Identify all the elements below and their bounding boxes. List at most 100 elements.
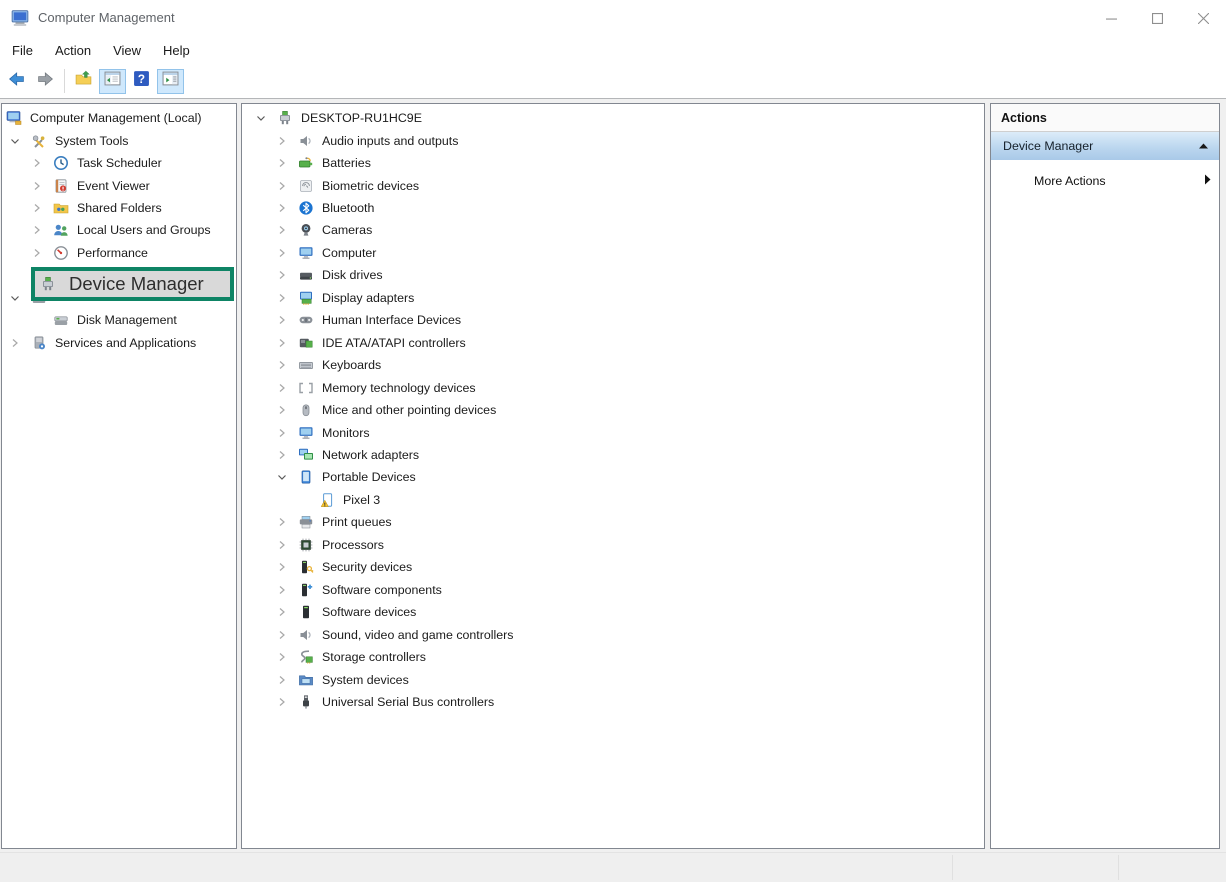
tree-item-pixel-3[interactable]: Pixel 3: [242, 489, 984, 511]
tree-item-human-interface-devices[interactable]: Human Interface Devices: [242, 309, 984, 331]
tree-item-label: System devices: [320, 672, 411, 688]
toggle-console-tree-button[interactable]: [99, 69, 126, 94]
menu-bar: File Action View Help: [0, 36, 1226, 64]
expander-collapsed-icon[interactable]: [10, 338, 31, 348]
menu-file[interactable]: File: [12, 40, 43, 61]
expander-collapsed-icon[interactable]: [277, 293, 298, 303]
tree-item-memory-technology-devices[interactable]: Memory technology devices: [242, 376, 984, 398]
tree-item-batteries[interactable]: Batteries: [242, 152, 984, 174]
help-button[interactable]: ?: [128, 69, 155, 94]
biometric-icon: [298, 178, 314, 194]
expander-collapsed-icon[interactable]: [277, 248, 298, 258]
expander-collapsed-icon[interactable]: [277, 540, 298, 550]
expander-collapsed-icon[interactable]: [277, 517, 298, 527]
minimize-button[interactable]: [1088, 0, 1134, 36]
toggle-action-pane-button[interactable]: [157, 69, 184, 94]
tree-item-network-adapters[interactable]: Network adapters: [242, 444, 984, 466]
more-actions-item[interactable]: More Actions: [991, 168, 1219, 194]
expander-collapsed-icon[interactable]: [277, 225, 298, 235]
expander-collapsed-icon[interactable]: [277, 562, 298, 572]
tree-item-label: Universal Serial Bus controllers: [320, 694, 496, 710]
tree-item-biometric-devices[interactable]: Biometric devices: [242, 174, 984, 196]
expander-collapsed-icon[interactable]: [277, 315, 298, 325]
tree-item-task-scheduler[interactable]: Task Scheduler: [2, 152, 236, 174]
expander-collapsed-icon[interactable]: [277, 203, 298, 213]
tree-item-computer-management-local[interactable]: Computer Management (Local): [2, 107, 236, 129]
expander-collapsed-icon[interactable]: [277, 383, 298, 393]
tree-item-processors[interactable]: Processors: [242, 534, 984, 556]
forward-button[interactable]: [32, 69, 59, 94]
tree-item-print-queues[interactable]: Print queues: [242, 511, 984, 533]
tree-item-software-components[interactable]: Software components: [242, 579, 984, 601]
security-icon: [298, 559, 314, 575]
expander-collapsed-icon[interactable]: [277, 450, 298, 460]
tree-item-software-devices[interactable]: Software devices: [242, 601, 984, 623]
maximize-button[interactable]: [1134, 0, 1180, 36]
tree-item-disk-drives[interactable]: Disk drives: [242, 264, 984, 286]
expander-collapsed-icon[interactable]: [277, 675, 298, 685]
tree-item-universal-serial-bus-controllers[interactable]: Universal Serial Bus controllers: [242, 691, 984, 713]
tree-item-computer[interactable]: Computer: [242, 242, 984, 264]
expander-expanded-icon[interactable]: [256, 113, 277, 123]
users-icon: [53, 222, 69, 238]
actions-group-device-manager[interactable]: Device Manager: [991, 132, 1219, 160]
expander-collapsed-icon[interactable]: [277, 405, 298, 415]
tree-item-storage-controllers[interactable]: Storage controllers: [242, 646, 984, 668]
tree-item-services-and-applications[interactable]: Services and Applications: [2, 332, 236, 354]
tree-item-disk-management[interactable]: Disk Management: [2, 309, 236, 331]
expander-expanded-icon[interactable]: [10, 293, 31, 303]
processors-icon: [298, 537, 314, 553]
tree-item-label: Software devices: [320, 604, 418, 620]
expander-collapsed-icon[interactable]: [277, 697, 298, 707]
expander-collapsed-icon[interactable]: [32, 203, 53, 213]
tree-item-monitors[interactable]: Monitors: [242, 421, 984, 443]
device-manager-icon: [277, 110, 293, 126]
expander-collapsed-icon[interactable]: [277, 360, 298, 370]
tree-item-cameras[interactable]: Cameras: [242, 219, 984, 241]
expander-collapsed-icon[interactable]: [277, 181, 298, 191]
menu-view[interactable]: View: [113, 40, 151, 61]
system-devices-icon: [298, 672, 314, 688]
expander-collapsed-icon[interactable]: [277, 652, 298, 662]
tree-item-bluetooth[interactable]: Bluetooth: [242, 197, 984, 219]
expander-collapsed-icon[interactable]: [32, 248, 53, 258]
collapse-chevron-up-icon[interactable]: [1198, 139, 1209, 153]
tree-item-event-viewer[interactable]: Event Viewer: [2, 174, 236, 196]
back-button[interactable]: [3, 69, 30, 94]
tree-item-display-adapters[interactable]: Display adapters: [242, 287, 984, 309]
tree-item-mice-and-other-pointing-devices[interactable]: Mice and other pointing devices: [242, 399, 984, 421]
tree-item-audio-inputs-and-outputs[interactable]: Audio inputs and outputs: [242, 129, 984, 151]
expander-collapsed-icon[interactable]: [277, 158, 298, 168]
tree-item-portable-devices[interactable]: Portable Devices: [242, 466, 984, 488]
expander-collapsed-icon[interactable]: [277, 630, 298, 640]
expander-expanded-icon[interactable]: [277, 472, 298, 482]
expander-collapsed-icon[interactable]: [32, 181, 53, 191]
close-button[interactable]: [1180, 0, 1226, 36]
expander-collapsed-icon[interactable]: [277, 428, 298, 438]
tree-item-sound-video-and-game-controllers[interactable]: Sound, video and game controllers: [242, 623, 984, 645]
menu-action[interactable]: Action: [55, 40, 101, 61]
tree-item-security-devices[interactable]: Security devices: [242, 556, 984, 578]
expander-collapsed-icon[interactable]: [277, 338, 298, 348]
expander-collapsed-icon[interactable]: [277, 270, 298, 280]
expander-collapsed-icon[interactable]: [277, 585, 298, 595]
tree-item-system-devices[interactable]: System devices: [242, 668, 984, 690]
menu-help[interactable]: Help: [163, 40, 200, 61]
expander-collapsed-icon[interactable]: [32, 225, 53, 235]
tree-item-performance[interactable]: Performance: [2, 242, 236, 264]
up-one-level-button[interactable]: [70, 69, 97, 94]
tree-item-desktop-ru1hc9e[interactable]: DESKTOP-RU1HC9E: [242, 107, 984, 129]
tree-item-keyboards[interactable]: Keyboards: [242, 354, 984, 376]
tree-item-ide-ata-atapi-controllers[interactable]: IDE ATA/ATAPI controllers: [242, 332, 984, 354]
expander-collapsed-icon[interactable]: [277, 136, 298, 146]
tree-item-local-users-and-groups[interactable]: Local Users and Groups: [2, 219, 236, 241]
audio-icon: [298, 133, 314, 149]
system-tools-icon: [31, 133, 47, 149]
tree-item-system-tools[interactable]: System Tools: [2, 129, 236, 151]
tree-item-label: Performance: [75, 245, 150, 261]
expander-collapsed-icon[interactable]: [32, 158, 53, 168]
tree-item-label: DESKTOP-RU1HC9E: [299, 110, 424, 126]
expander-collapsed-icon[interactable]: [277, 607, 298, 617]
tree-item-shared-folders[interactable]: Shared Folders: [2, 197, 236, 219]
expander-expanded-icon[interactable]: [10, 136, 31, 146]
